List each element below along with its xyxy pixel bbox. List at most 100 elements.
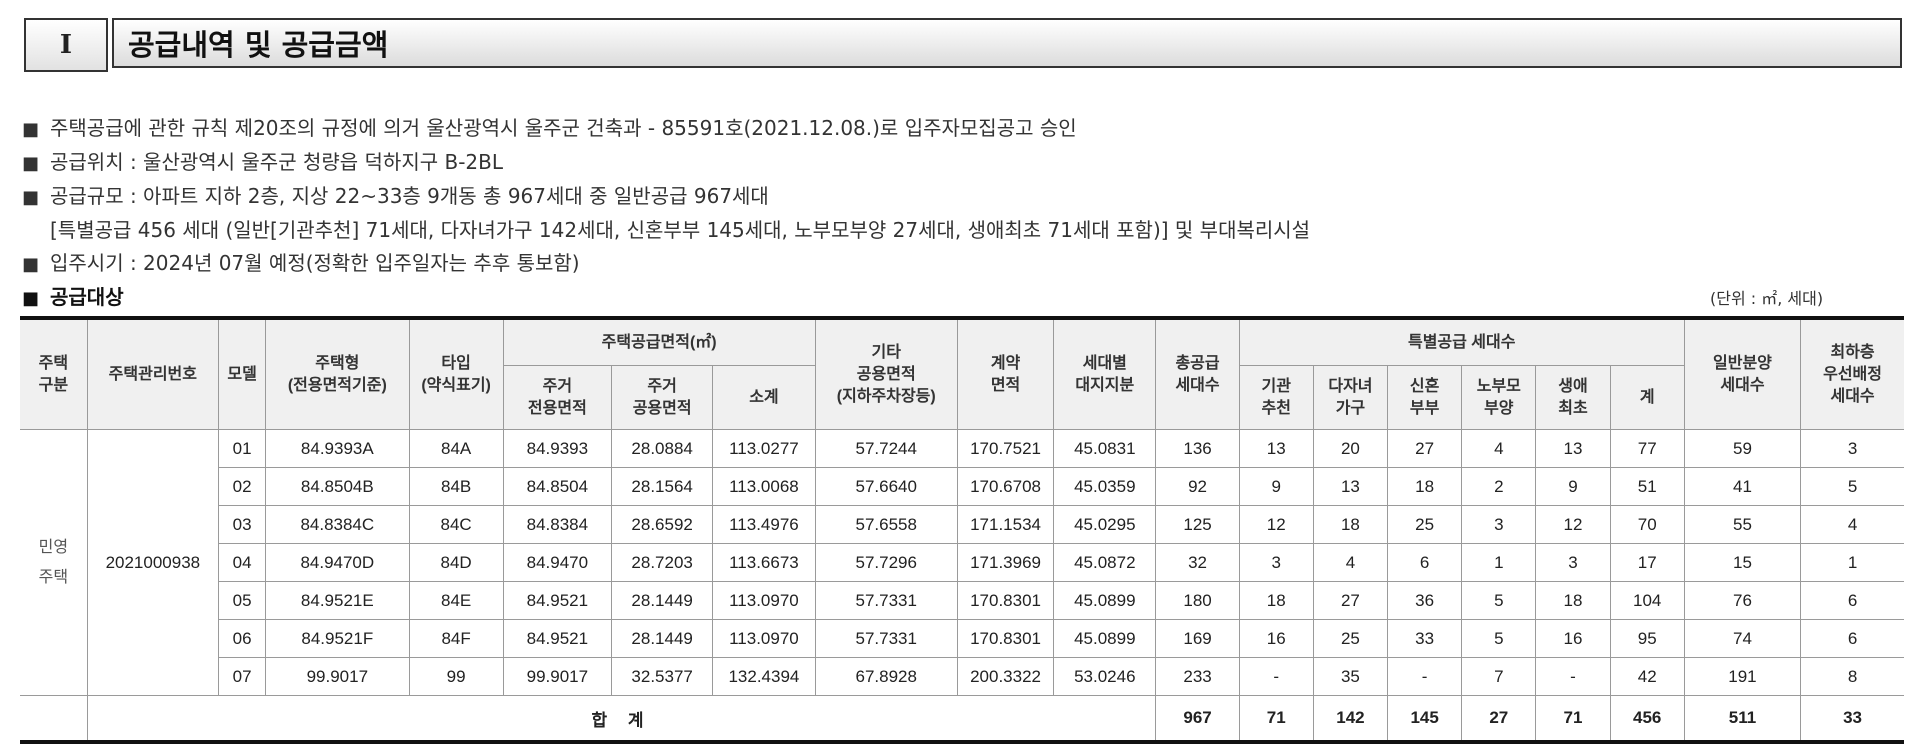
header-house-type: 주택형 (전용면적기준) xyxy=(265,317,410,430)
table-cell: 8 xyxy=(1800,657,1904,696)
table-cell: 4 xyxy=(1800,505,1904,544)
section-header: I 공급내역 및 공급금액 xyxy=(24,18,1904,72)
header-type-abbr: 타입 (약식표기) xyxy=(408,317,504,430)
table-cell: 84.9393A xyxy=(265,429,410,468)
table-cell: 7 xyxy=(1461,657,1537,696)
table-cell: 92 xyxy=(1155,467,1240,506)
table-cell: 28.0884 xyxy=(611,429,714,468)
table-cell: - xyxy=(1387,657,1463,696)
table-cell: 84.9521 xyxy=(502,619,613,658)
header-exclusive-area: 주거 전용면적 xyxy=(503,365,613,430)
table-cell: 55 xyxy=(1683,505,1802,544)
table-cell: 28.1449 xyxy=(611,581,714,620)
note-move-in: ■ 입주시기 : 2024년 07월 예정(정확한 입주일자는 추후 통보함) xyxy=(22,247,1902,281)
header-special-group: 특별공급 세대수 xyxy=(1238,317,1685,366)
table-cell: 9 xyxy=(1535,467,1611,506)
management-number-cell: 2021000938 xyxy=(86,429,220,696)
table-cell: 16 xyxy=(1238,619,1314,658)
table-row: 민영 주택 2021000938 01 84.9393A 84A 84.9393 28.08… xyxy=(20,429,1904,696)
table-row: 04 84.9470D 84D 84.9470 28.7203 113.6673 57.72… xyxy=(20,543,1904,582)
table-cell: 9 xyxy=(1238,467,1314,506)
header-agency: 기관 추천 xyxy=(1238,365,1314,430)
note-text: 주택공급에 관한 규칙 제20조의 규정에 의거 울산광역시 울주군 건축과 -… xyxy=(50,116,1077,140)
table-cell: 41 xyxy=(1683,467,1802,506)
total-cell: 456 xyxy=(1609,695,1685,743)
table-cell: 18 xyxy=(1312,505,1389,544)
total-label: 합 계 xyxy=(86,695,1157,743)
unit-label: (단위 : ㎡, 세대) xyxy=(1710,289,1824,308)
total-empty-cell xyxy=(20,695,88,743)
table-cell: 28.7203 xyxy=(611,543,714,582)
table-cell: 171.1534 xyxy=(956,505,1055,544)
note-location: ■ 공급위치 : 울산광역시 울주군 청량읍 덕하지구 B-2BL xyxy=(22,146,1902,180)
table-cell: 32 xyxy=(1155,543,1240,582)
table-cell: 84.9470D xyxy=(265,543,410,582)
table-cell: 191 xyxy=(1683,657,1802,696)
table-cell: 27 xyxy=(1387,429,1463,468)
table-cell: 18 xyxy=(1238,581,1314,620)
total-cell: 511 xyxy=(1683,695,1802,743)
table-cell: 57.7331 xyxy=(814,581,958,620)
table-cell: 04 xyxy=(218,543,267,582)
table-cell: 84F xyxy=(408,619,504,658)
supply-target-heading: ■ 공급대상 xyxy=(22,281,1902,315)
table-cell: 233 xyxy=(1155,657,1240,696)
total-cell: 145 xyxy=(1387,695,1463,743)
table-cell: 84.9470 xyxy=(502,543,613,582)
table-cell: 95 xyxy=(1609,619,1685,658)
table-cell: 25 xyxy=(1312,619,1389,658)
table-cell: 170.7521 xyxy=(956,429,1055,468)
table-cell: 170.8301 xyxy=(956,581,1055,620)
note-text: 공급규모 : 아파트 지하 2층, 지상 22~33층 9개동 총 967세대 … xyxy=(50,184,769,208)
table-cell: 12 xyxy=(1238,505,1314,544)
note-text: [특별공급 456 세대 (일반[기관추천] 71세대, 다자녀가구 142세대… xyxy=(50,218,1311,242)
table-cell: 25 xyxy=(1387,505,1463,544)
table-cell: 6 xyxy=(1800,581,1904,620)
table-cell: 113.6673 xyxy=(712,543,816,582)
table-cell: 84C xyxy=(408,505,504,544)
note-special-supply: [특별공급 456 세대 (일반[기관추천] 71세대, 다자녀가구 142세대… xyxy=(22,214,1902,247)
header-contract-area: 계약 면적 xyxy=(956,317,1055,430)
square-bullet-icon: ■ xyxy=(22,254,40,275)
table-row: 03 84.8384C 84C 84.8384 28.6592 113.4976 57.65… xyxy=(20,505,1904,544)
table-cell: 45.0359 xyxy=(1053,467,1157,506)
table-cell: 35 xyxy=(1312,657,1389,696)
table-cell: 3 xyxy=(1800,429,1904,468)
header-subtotal: 소계 xyxy=(712,365,816,430)
total-cell: 967 xyxy=(1155,695,1240,743)
total-cell: 71 xyxy=(1238,695,1314,743)
table-cell: 06 xyxy=(218,619,267,658)
header-model: 모델 xyxy=(218,317,267,430)
section-title: 공급내역 및 공급금액 xyxy=(112,18,1902,68)
table-cell: 20 xyxy=(1312,429,1389,468)
square-bullet-icon: ■ xyxy=(22,153,40,174)
table-cell: 77 xyxy=(1609,429,1685,468)
table-cell: 84.9521F xyxy=(265,619,410,658)
table-cell: 57.6640 xyxy=(814,467,958,506)
table-cell: 03 xyxy=(218,505,267,544)
table-cell: 84.8504B xyxy=(265,467,410,506)
table-cell: 5 xyxy=(1461,581,1537,620)
table-cell: 84.8384C xyxy=(265,505,410,544)
table-cell: 3 xyxy=(1238,543,1314,582)
table-cell: - xyxy=(1535,657,1611,696)
table-cell: 113.0068 xyxy=(712,467,816,506)
table-cell: 53.0246 xyxy=(1053,657,1157,696)
table-cell: 113.4976 xyxy=(712,505,816,544)
table-cell: 4 xyxy=(1312,543,1389,582)
notes-list: ■ 주택공급에 관한 규칙 제20조의 규정에 의거 울산광역시 울주군 건축과 … xyxy=(22,112,1902,315)
table-cell: 16 xyxy=(1535,619,1611,658)
table-cell: 42 xyxy=(1609,657,1685,696)
header-housing-type: 주택 구분 xyxy=(20,317,88,430)
table-cell: 3 xyxy=(1461,505,1537,544)
table-cell: 180 xyxy=(1155,581,1240,620)
table-cell: 6 xyxy=(1387,543,1463,582)
table-cell: 99.9017 xyxy=(502,657,613,696)
table-cell: 84.9393 xyxy=(502,429,613,468)
table-row: 05 84.9521E 84E 84.9521 28.1449 113.0970 57.73… xyxy=(20,581,1904,620)
total-cell: 71 xyxy=(1535,695,1611,743)
header-common-area: 주거 공용면적 xyxy=(611,365,714,430)
table-cell: 67.8928 xyxy=(814,657,958,696)
table-cell: 1 xyxy=(1461,543,1537,582)
table-cell: 36 xyxy=(1387,581,1463,620)
